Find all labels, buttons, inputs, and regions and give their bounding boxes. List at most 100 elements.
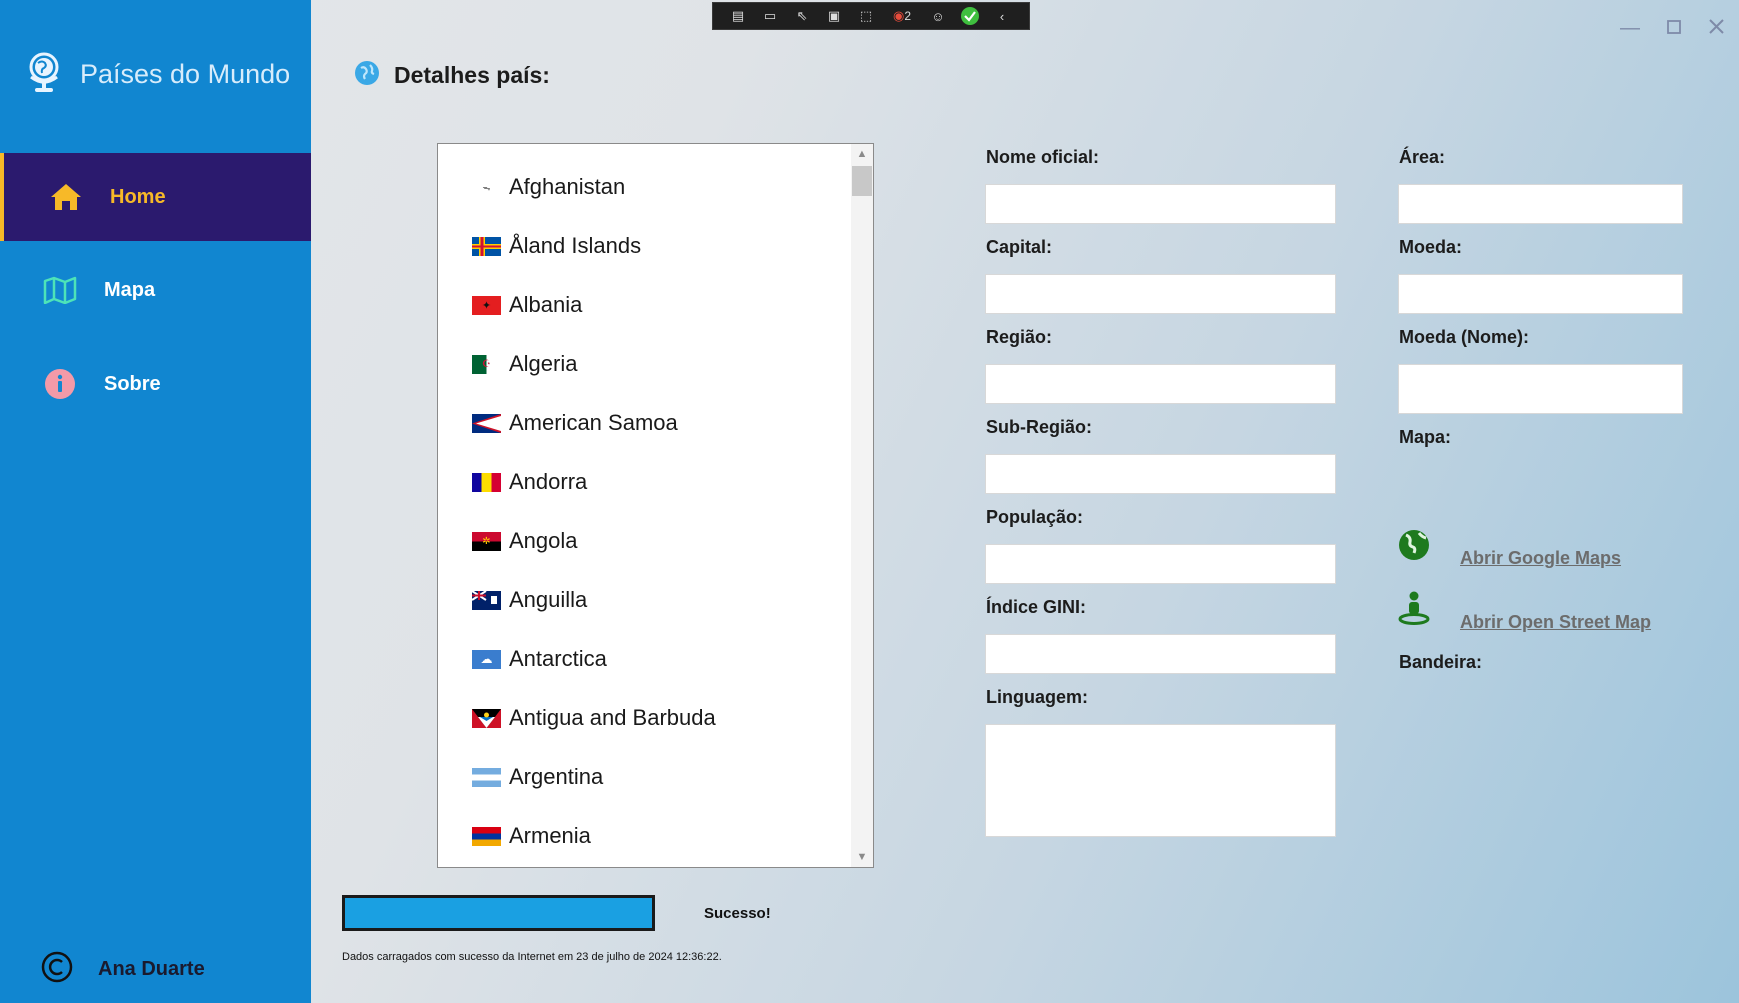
layout-adorner-icon[interactable]: ▣ (823, 6, 845, 26)
author-footer: Ana Duarte (40, 950, 205, 989)
scroll-up-icon[interactable]: ▲ (851, 144, 873, 164)
flag-icon: ☁ (472, 649, 501, 669)
nav-label-sobre: Sobre (104, 372, 161, 395)
nav-label-mapa: Mapa (104, 278, 156, 301)
scroll-down-icon[interactable]: ▼ (851, 847, 873, 867)
nome-oficial-field[interactable] (985, 184, 1336, 224)
hot-reload-count: 2 (904, 9, 912, 23)
scroll-thumb[interactable] (852, 166, 872, 196)
progress-bar (342, 895, 655, 931)
list-item[interactable]: Armenia (472, 816, 591, 856)
flag-icon (472, 413, 501, 433)
regiao-field[interactable] (985, 364, 1336, 404)
list-item[interactable]: ☁ Antarctica (472, 639, 607, 679)
flag-icon (472, 767, 501, 787)
google-maps-link-row[interactable]: Abrir Google Maps (1398, 526, 1621, 569)
country-name: Algeria (509, 351, 578, 376)
country-name: Andorra (509, 469, 588, 494)
street-view-icon (1398, 591, 1430, 630)
flag-icon: ᯓ (472, 177, 501, 197)
sidebar: Países do Mundo Home Mapa Sobre Ana Duar… (0, 0, 311, 1003)
accessibility-icon[interactable]: ☺ (927, 6, 949, 26)
details-title: Detalhes país: (394, 62, 550, 88)
list-item[interactable]: Anguilla (471, 580, 588, 620)
flag-icon: ☪ (472, 354, 501, 374)
osm-link[interactable]: Abrir Open Street Map (1460, 612, 1651, 633)
moeda-nome-field[interactable] (1398, 364, 1683, 414)
country-name: Argentina (509, 764, 604, 789)
country-name: Angola (509, 528, 578, 553)
populacao-field[interactable] (985, 544, 1336, 584)
nav-item-home[interactable]: Home (0, 153, 311, 241)
maximize-icon (1667, 17, 1681, 40)
minimize-icon: — (1620, 16, 1640, 39)
list-item[interactable]: ✦ Albania (472, 285, 582, 325)
track-focus-icon[interactable]: ⬚ (855, 6, 877, 26)
list-item[interactable]: American Samoa (472, 403, 678, 443)
list-item[interactable]: ᯓ Afghanistan (472, 167, 625, 207)
debug-toolbar: ▤ ▭ ⇖ ▣ ⬚ ◉ 2 ☺ ‹ (712, 2, 1030, 30)
map-icon (40, 270, 80, 310)
bandeira-label: Bandeira: (1399, 652, 1483, 672)
linguagem-field[interactable] (985, 724, 1336, 837)
checkmark-icon[interactable] (959, 6, 981, 26)
flag-icon: ✲ (472, 531, 501, 551)
nome-oficial-label: Nome oficial: (986, 147, 1100, 167)
list-item[interactable]: ✲ Angola (472, 521, 578, 561)
list-scrollbar[interactable]: ▲ ▼ (851, 144, 873, 867)
copyright-icon (40, 950, 74, 989)
hot-reload-icon[interactable]: ◉ 2 (887, 6, 917, 26)
list-item[interactable]: Andorra (472, 462, 587, 502)
info-icon (40, 364, 80, 404)
osm-link-row[interactable]: Abrir Open Street Map (1398, 588, 1651, 633)
populacao-label: População: (986, 507, 1084, 527)
capital-field[interactable] (985, 274, 1336, 314)
earth-icon (1398, 529, 1430, 566)
select-element-icon[interactable]: ⇖ (791, 6, 813, 26)
minimize-button[interactable]: — (1616, 16, 1644, 40)
status-text: Sucesso! (704, 905, 771, 922)
flag-icon (472, 708, 501, 728)
moeda-field[interactable] (1398, 274, 1683, 314)
flag-icon: ✦ (472, 295, 501, 315)
country-name: American Samoa (509, 410, 678, 435)
list-item[interactable]: Antigua and Barbuda (472, 698, 716, 738)
flag-icon (471, 589, 501, 610)
country-name: Åland Islands (509, 233, 642, 258)
app-title: Países do Mundo (80, 58, 291, 89)
list-item[interactable]: Argentina (472, 757, 603, 797)
app-window: Países do Mundo Home Mapa Sobre Ana Duar… (0, 0, 1739, 1003)
country-name: Armenia (509, 823, 591, 848)
list-item[interactable]: ☪ Algeria (472, 344, 577, 384)
nav-item-mapa[interactable]: Mapa (0, 246, 311, 334)
close-button[interactable] (1702, 16, 1730, 40)
flag-icon (472, 472, 501, 492)
close-icon (1708, 17, 1724, 40)
collapse-chevron-icon[interactable]: ‹ (991, 6, 1013, 26)
globe-icon (354, 60, 380, 91)
sub-regiao-field[interactable] (985, 454, 1336, 494)
flag-icon (472, 236, 501, 256)
record-icon[interactable]: ▭ (759, 6, 781, 26)
linguagem-label: Linguagem: (986, 687, 1088, 707)
brand: Países do Mundo (26, 48, 290, 100)
list-item[interactable]: Åland Islands (472, 226, 641, 266)
gini-label: Índice GINI: (986, 597, 1087, 617)
country-list[interactable]: ᯓ Afghanistan Åland Islands ✦ Albania ☪ … (437, 143, 874, 868)
home-icon (46, 177, 86, 217)
nav-item-sobre[interactable]: Sobre (0, 340, 311, 428)
capital-label: Capital: (986, 237, 1053, 257)
maximize-button[interactable] (1660, 16, 1688, 40)
google-maps-link[interactable]: Abrir Google Maps (1460, 548, 1621, 569)
moeda-label: Moeda: (1399, 237, 1462, 257)
nav-label-home: Home (110, 185, 166, 208)
area-field[interactable] (1398, 184, 1683, 224)
country-name: Antarctica (509, 646, 607, 671)
country-name: Anguilla (509, 587, 588, 612)
gini-field[interactable] (985, 634, 1336, 674)
sub-regiao-label: Sub-Região: (986, 417, 1092, 437)
status-message: Dados carragados com sucesso da Internet… (342, 951, 722, 963)
page-title: Detalhes país: (354, 60, 550, 91)
country-name: Antigua and Barbuda (509, 705, 716, 730)
visual-tree-icon[interactable]: ▤ (727, 6, 749, 26)
